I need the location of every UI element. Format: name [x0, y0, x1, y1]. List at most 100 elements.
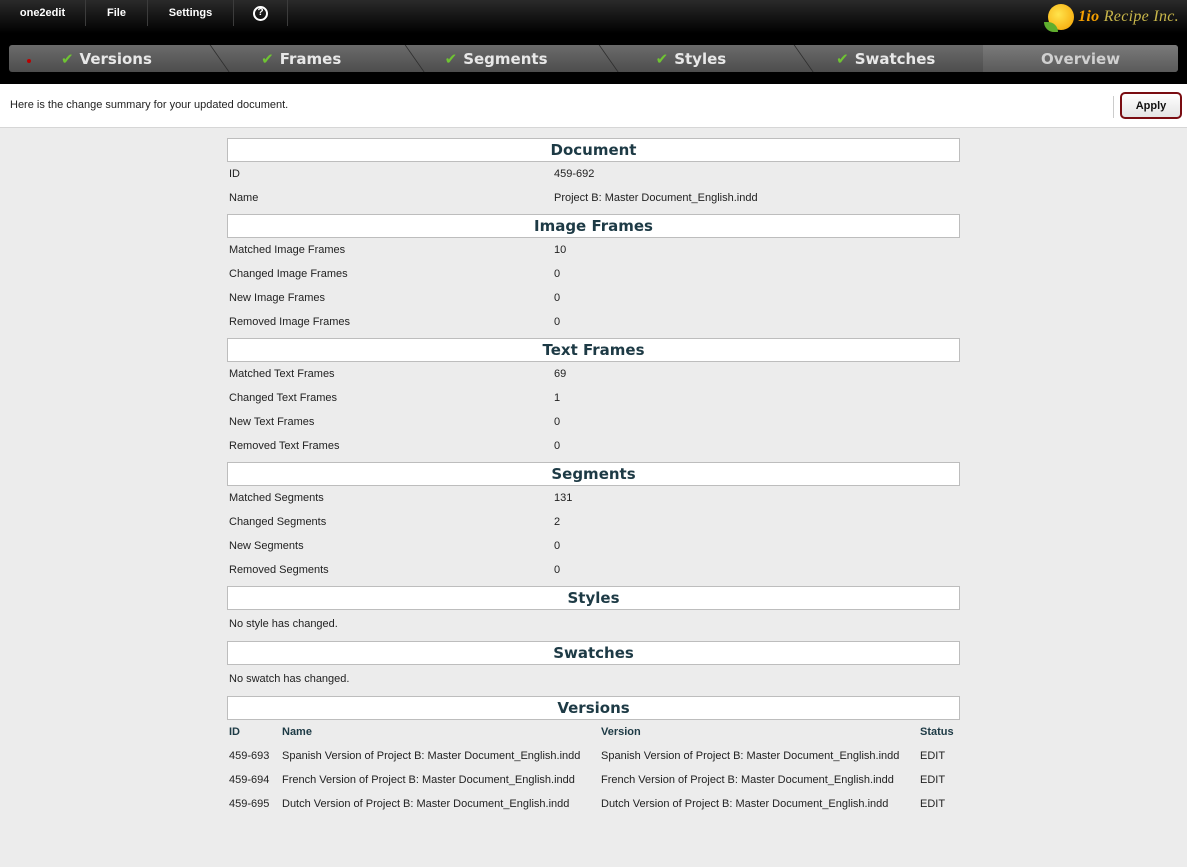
row-label: Matched Segments: [229, 492, 324, 504]
row-label: Changed Image Frames: [229, 268, 348, 280]
orange-logo-icon: [1044, 4, 1075, 32]
section-title-swatches: Swatches: [227, 641, 960, 665]
row-value: 0: [554, 268, 561, 280]
column-header-name: Name: [282, 726, 312, 738]
menu-app[interactable]: one2edit: [0, 0, 86, 26]
version-status: EDIT: [920, 774, 946, 786]
row-value: 0: [554, 564, 561, 576]
step-versions[interactable]: ✔ Versions: [9, 45, 204, 72]
summary-row: Matched Segments 131: [227, 486, 960, 510]
versions-table: ID Name Version Status 459-693 Spanish V…: [227, 720, 960, 816]
help-icon: ?: [253, 5, 268, 21]
section-title-image-frames: Image Frames: [227, 214, 960, 238]
summary-row: Changed Image Frames 0: [227, 262, 960, 286]
version-version: French Version of Project B: Master Docu…: [601, 774, 894, 786]
column-header-id: ID: [229, 726, 240, 738]
apply-button[interactable]: Apply: [1120, 92, 1182, 119]
checkmark-icon: ✔: [261, 49, 274, 68]
step-overview[interactable]: Overview: [983, 45, 1178, 72]
menu-settings[interactable]: Settings: [148, 0, 234, 26]
row-value: 69: [554, 368, 567, 380]
section-title-segments: Segments: [227, 462, 960, 486]
menu-bar: one2edit File Settings ?: [0, 0, 288, 26]
version-status: EDIT: [920, 750, 946, 762]
step-label: Overview: [1041, 49, 1121, 68]
company-logo: 1io Recipe Inc.: [1044, 2, 1179, 32]
swatches-message: No swatch has changed.: [229, 672, 350, 685]
row-label: New Text Frames: [229, 416, 315, 428]
row-label: New Segments: [229, 540, 304, 552]
summary-row: Matched Text Frames 69: [227, 362, 960, 386]
row-value: 0: [554, 540, 561, 552]
row-label: Changed Text Frames: [229, 392, 338, 404]
version-version: Spanish Version of Project B: Master Doc…: [601, 750, 900, 762]
version-id: 459-695: [229, 798, 270, 810]
top-bar: one2edit File Settings ? 1io Recipe Inc.…: [0, 0, 1187, 84]
version-id: 459-693: [229, 750, 270, 762]
table-header-row: ID Name Version Status: [227, 720, 960, 744]
row-label: New Image Frames: [229, 292, 325, 304]
row-value: 0: [554, 440, 561, 452]
wizard-steps: ✔ Versions ✔ Frames ✔ Segments ✔ Styles …: [9, 45, 1178, 72]
row-value: 2: [554, 516, 561, 528]
summary-row: New Image Frames 0: [227, 286, 960, 310]
table-row: 459-695 Dutch Version of Project B: Mast…: [227, 792, 960, 816]
checkmark-icon: ✔: [60, 49, 74, 68]
row-value: 10: [554, 244, 567, 256]
info-message: Here is the change summary for your upda…: [10, 99, 289, 111]
version-name: Dutch Version of Project B: Master Docum…: [282, 798, 570, 810]
menu-file[interactable]: File: [86, 0, 148, 26]
step-label: Segments: [463, 49, 548, 68]
step-swatches[interactable]: ✔ Swatches: [788, 45, 983, 72]
summary-row: Removed Image Frames 0: [227, 310, 960, 334]
summary-row: New Segments 0: [227, 534, 960, 558]
checkmark-icon: ✔: [444, 49, 458, 68]
summary-row: Name Project B: Master Document_English.i…: [227, 186, 960, 210]
summary-row: Changed Text Frames 1: [227, 386, 960, 410]
row-label: ID: [229, 168, 240, 180]
divider: [1113, 96, 1114, 118]
table-row: 459-693 Spanish Version of Project B: Ma…: [227, 744, 960, 768]
version-name: French Version of Project B: Master Docu…: [282, 774, 575, 786]
step-frames[interactable]: ✔ Frames: [204, 45, 399, 72]
version-status: EDIT: [920, 798, 946, 810]
version-version: Dutch Version of Project B: Master Docum…: [601, 798, 889, 810]
row-label: Name: [229, 192, 259, 204]
info-bar: Here is the change summary for your upda…: [0, 84, 1187, 128]
summary-row: ID 459-692: [227, 162, 960, 186]
table-row: 459-694 French Version of Project B: Mas…: [227, 768, 960, 792]
step-label: Swatches: [854, 49, 936, 68]
alert-dot-icon: [27, 59, 31, 63]
row-label: Changed Segments: [229, 516, 327, 528]
logo-text: 1io Recipe Inc.: [1078, 8, 1179, 25]
summary-row: New Text Frames 0: [227, 410, 960, 434]
summary-row: Removed Segments 0: [227, 558, 960, 582]
summary-content: Document ID 459-692 Name Project B: Master…: [227, 138, 960, 816]
row-value: Project B: Master Document_English.indd: [554, 192, 758, 204]
row-value: 459-692: [554, 168, 595, 180]
section-title-document: Document: [227, 138, 960, 162]
row-label: Removed Image Frames: [229, 316, 351, 328]
step-label: Styles: [674, 49, 727, 68]
summary-row: Removed Text Frames 0: [227, 434, 960, 458]
menu-help[interactable]: ?: [234, 0, 288, 26]
section-title-text-frames: Text Frames: [227, 338, 960, 362]
column-header-status: Status: [920, 726, 954, 738]
row-value: 131: [554, 492, 573, 504]
version-name: Spanish Version of Project B: Master Doc…: [282, 750, 581, 762]
checkmark-icon: ✔: [655, 49, 669, 68]
step-styles[interactable]: ✔ Styles: [593, 45, 788, 72]
row-label: Matched Text Frames: [229, 368, 335, 380]
row-value: 0: [554, 316, 561, 328]
step-segments[interactable]: ✔ Segments: [399, 45, 594, 72]
row-value: 0: [554, 416, 561, 428]
row-value: 1: [554, 392, 561, 404]
styles-message: No style has changed.: [229, 617, 338, 630]
summary-row: Changed Segments 2: [227, 510, 960, 534]
step-label: Versions: [79, 49, 152, 68]
section-title-versions: Versions: [227, 696, 960, 720]
row-label: Removed Text Frames: [229, 440, 340, 452]
summary-row: Matched Image Frames 10: [227, 238, 960, 262]
checkmark-icon: ✔: [836, 49, 849, 68]
section-title-styles: Styles: [227, 586, 960, 610]
